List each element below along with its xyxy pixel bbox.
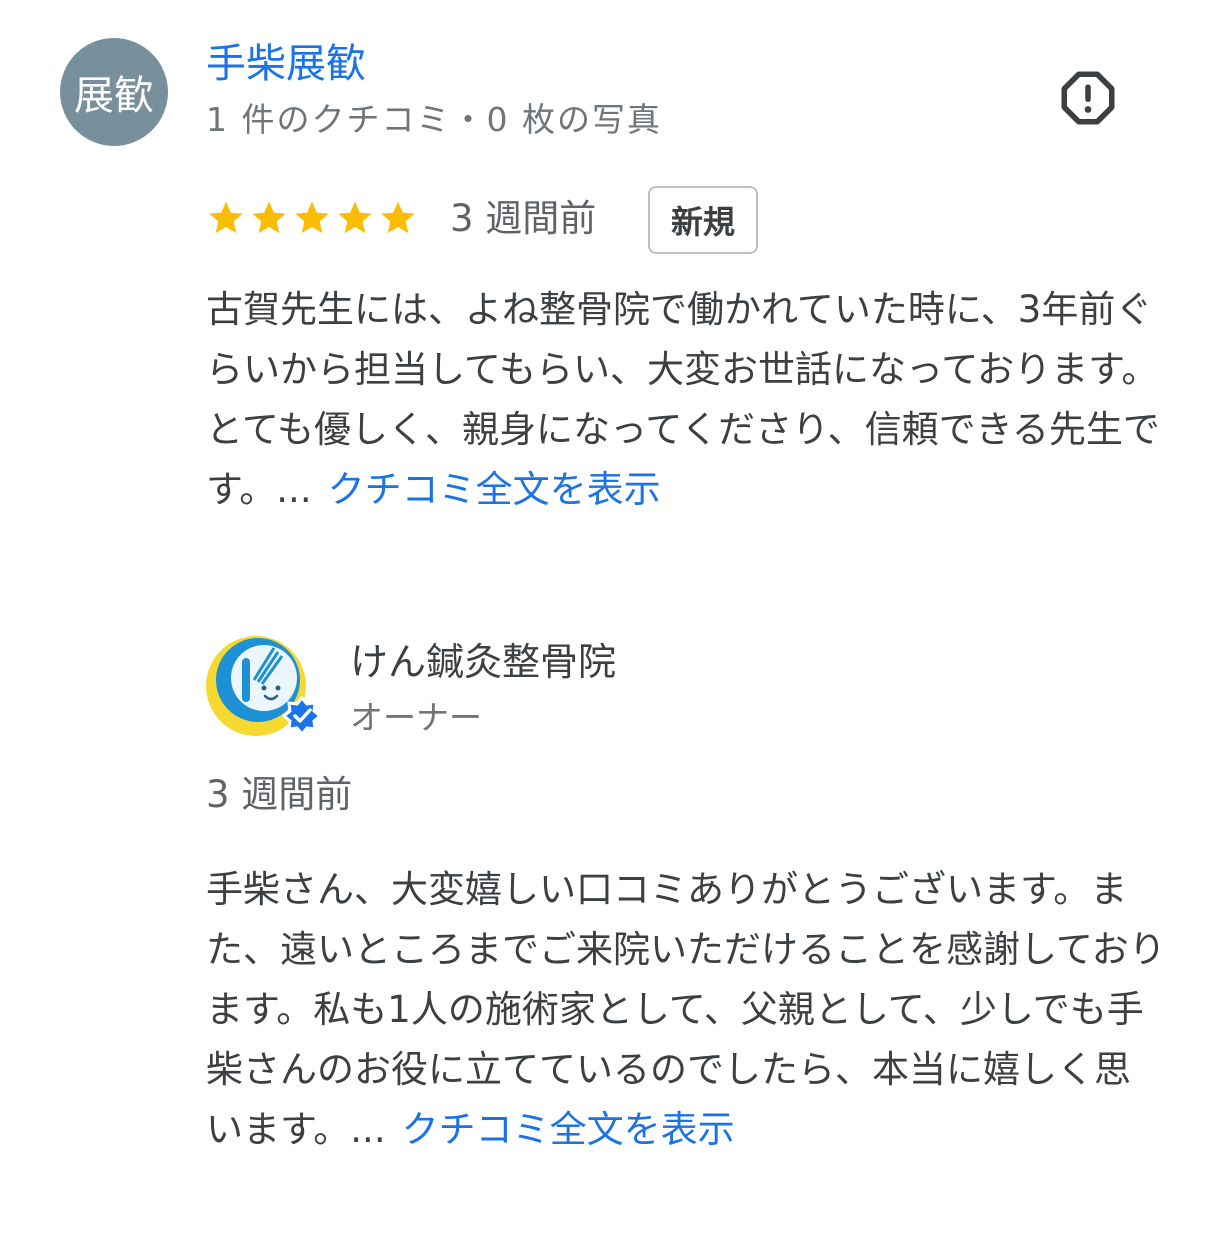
reviewer-meta: 1 件のクチコミ・0 枚の写真 <box>206 100 662 139</box>
owner-role: オーナー <box>350 698 482 737</box>
review-text: 古賀先生には、よね整骨院で働かれていた時に、3年前ぐらいから担当してもらい、大変… <box>206 280 1166 520</box>
star-icon <box>252 201 286 234</box>
owner-logo <box>206 636 323 737</box>
reply-text: 手柴さん、大変嬉しい口コミありがとうございます。また、遠いところまでご来院いただ… <box>206 860 1166 1160</box>
review-text-paragraph-2: とても優しく、親身になってくださり、信頼できる先生です。... クチコミ全文を表示 <box>206 400 1166 520</box>
reviewer-name[interactable]: 手柴展歓 <box>206 38 366 90</box>
report-icon[interactable] <box>1058 68 1118 128</box>
reply-more-link[interactable]: クチコミ全文を表示 <box>402 1108 735 1151</box>
verified-badge-icon <box>281 695 323 737</box>
reply-date: 3 週間前 <box>206 773 353 816</box>
star-icon <box>209 201 243 234</box>
star-icon <box>338 201 372 234</box>
star-icon <box>381 201 415 234</box>
star-icon <box>295 201 329 234</box>
review-text-paragraph-1: 古賀先生には、よね整骨院で働かれていた時に、3年前ぐらいから担当してもらい、大変… <box>206 288 1159 391</box>
new-badge: 新規 <box>648 186 758 254</box>
reviewer-avatar[interactable]: 展歓 <box>60 38 168 146</box>
owner-name: けん鍼灸整骨院 <box>350 640 617 684</box>
review-date: 3 週間前 <box>450 197 597 240</box>
star-rating <box>206 198 418 242</box>
review-more-link[interactable]: クチコミ全文を表示 <box>328 468 661 511</box>
